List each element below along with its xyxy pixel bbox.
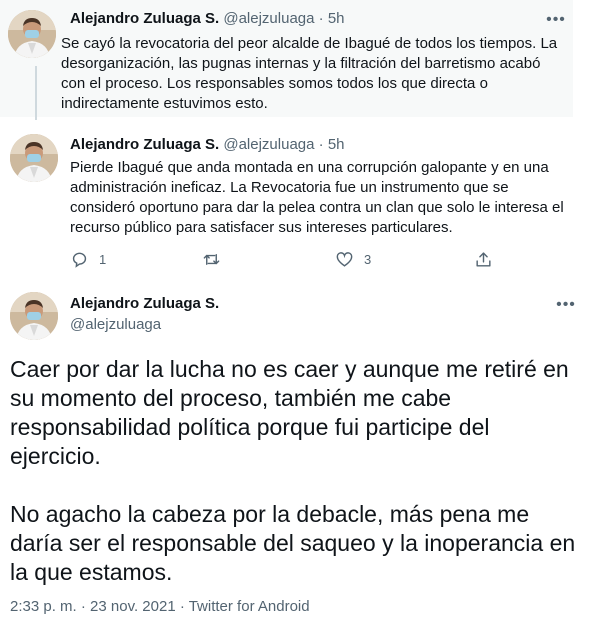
tweet-meta[interactable]: 2:33 p. m. · 23 nov. 2021 · Twitter for …	[10, 597, 310, 617]
more-icon[interactable]: •••	[545, 11, 567, 29]
handle[interactable]: @alejzuluaga	[70, 315, 161, 335]
reply-icon	[72, 252, 87, 268]
handle[interactable]: @alejzuluaga	[223, 10, 314, 27]
reply-count: 1	[99, 251, 107, 267]
display-name[interactable]: Alejandro Zuluaga S.	[70, 10, 219, 27]
avatar[interactable]	[8, 10, 56, 58]
like-icon	[336, 251, 353, 267]
tweet-1-header: Alejandro Zuluaga S. @alejzuluaga · 5h	[70, 9, 345, 29]
tweet-text: Pierde Ibagué que anda montada en una co…	[70, 159, 564, 236]
more-icon[interactable]: •••	[555, 296, 577, 314]
handle[interactable]: @alejzuluaga	[223, 136, 314, 153]
tweet-actions: 1 3	[70, 248, 500, 270]
avatar[interactable]	[10, 292, 58, 340]
like-button[interactable]: 3	[335, 248, 371, 270]
tweet-text: Se cayó la revocatoria del peor alcalde …	[61, 35, 558, 112]
retweet-button[interactable]	[202, 248, 231, 270]
timestamp[interactable]: 5h	[328, 10, 345, 27]
reply-button[interactable]: 1	[70, 248, 106, 270]
share-icon	[476, 251, 491, 267]
tweet-1[interactable]: Alejandro Zuluaga S. @alejzuluaga · 5h •…	[0, 0, 573, 117]
retweet-icon	[203, 253, 220, 265]
share-button[interactable]	[474, 248, 493, 270]
tweet-paragraph: No agacho la cabeza por la debacle, más …	[10, 501, 576, 585]
tweet-text: Caer por dar la lucha no es caer y aunqu…	[10, 355, 585, 587]
thread-line	[35, 66, 37, 120]
display-name[interactable]: Alejandro Zuluaga S.	[70, 294, 219, 314]
like-count: 3	[364, 251, 372, 267]
display-name[interactable]: Alejandro Zuluaga S.	[70, 136, 219, 153]
separator: ·	[318, 10, 324, 27]
timestamp[interactable]: 5h	[328, 136, 345, 153]
tweet-2-header: Alejandro Zuluaga S. @alejzuluaga · 5h	[70, 135, 345, 155]
separator: ·	[318, 136, 324, 153]
avatar[interactable]	[10, 134, 58, 182]
tweet-paragraph: Caer por dar la lucha no es caer y aunqu…	[10, 356, 569, 469]
